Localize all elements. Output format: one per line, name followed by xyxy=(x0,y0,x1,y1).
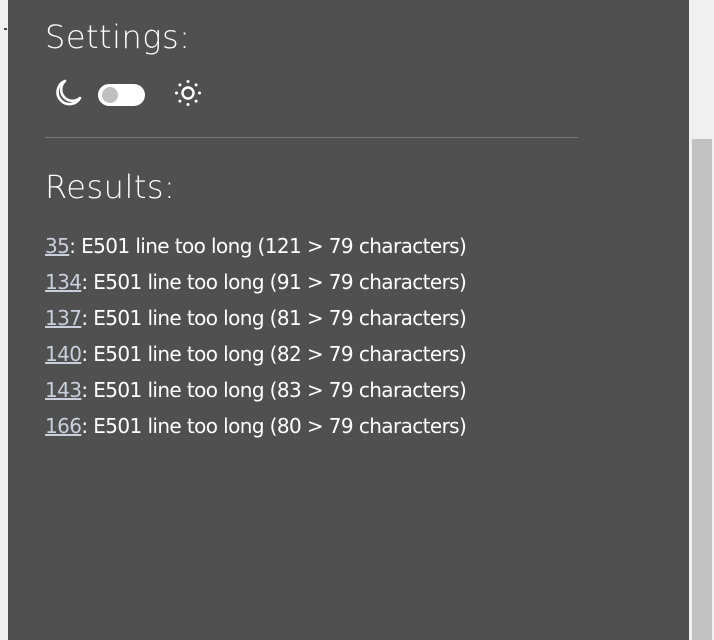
results-title: Results: xyxy=(45,168,176,206)
edge-mark xyxy=(4,28,7,30)
result-item: 166: E501 line too long (80 > 79 charact… xyxy=(45,408,467,444)
result-message: : E501 line too long (80 > 79 characters… xyxy=(81,414,467,438)
scrollbar-thumb[interactable] xyxy=(692,139,712,640)
result-message: : E501 line too long (83 > 79 characters… xyxy=(81,378,467,402)
lint-panel: Settings: Results: 35: E501 line too lon… xyxy=(8,0,689,640)
result-item: 140: E501 line too long (82 > 79 charact… xyxy=(45,336,467,372)
result-message: : E501 line too long (121 > 79 character… xyxy=(69,234,467,258)
result-item: 143: E501 line too long (83 > 79 charact… xyxy=(45,372,467,408)
result-item: 137: E501 line too long (81 > 79 charact… xyxy=(45,300,467,336)
result-message: : E501 line too long (91 > 79 characters… xyxy=(81,270,467,294)
settings-title: Settings: xyxy=(45,18,191,56)
results-list: 35: E501 line too long (121 > 79 charact… xyxy=(45,228,467,444)
line-link[interactable]: 166 xyxy=(45,414,82,438)
moon-icon xyxy=(52,78,82,112)
line-link[interactable]: 35 xyxy=(45,234,70,258)
line-link[interactable]: 137 xyxy=(45,306,82,330)
theme-controls xyxy=(52,78,203,112)
line-link[interactable]: 140 xyxy=(45,342,82,366)
result-message: : E501 line too long (81 > 79 characters… xyxy=(81,306,467,330)
divider xyxy=(45,137,578,138)
result-item: 35: E501 line too long (121 > 79 charact… xyxy=(45,228,467,264)
toggle-knob xyxy=(102,87,118,103)
result-message: : E501 line too long (82 > 79 characters… xyxy=(81,342,467,366)
result-item: 134: E501 line too long (91 > 79 charact… xyxy=(45,264,467,300)
left-edge xyxy=(0,0,8,640)
sun-icon xyxy=(173,78,203,112)
line-link[interactable]: 134 xyxy=(45,270,82,294)
line-link[interactable]: 143 xyxy=(45,378,82,402)
theme-toggle[interactable] xyxy=(98,84,145,106)
